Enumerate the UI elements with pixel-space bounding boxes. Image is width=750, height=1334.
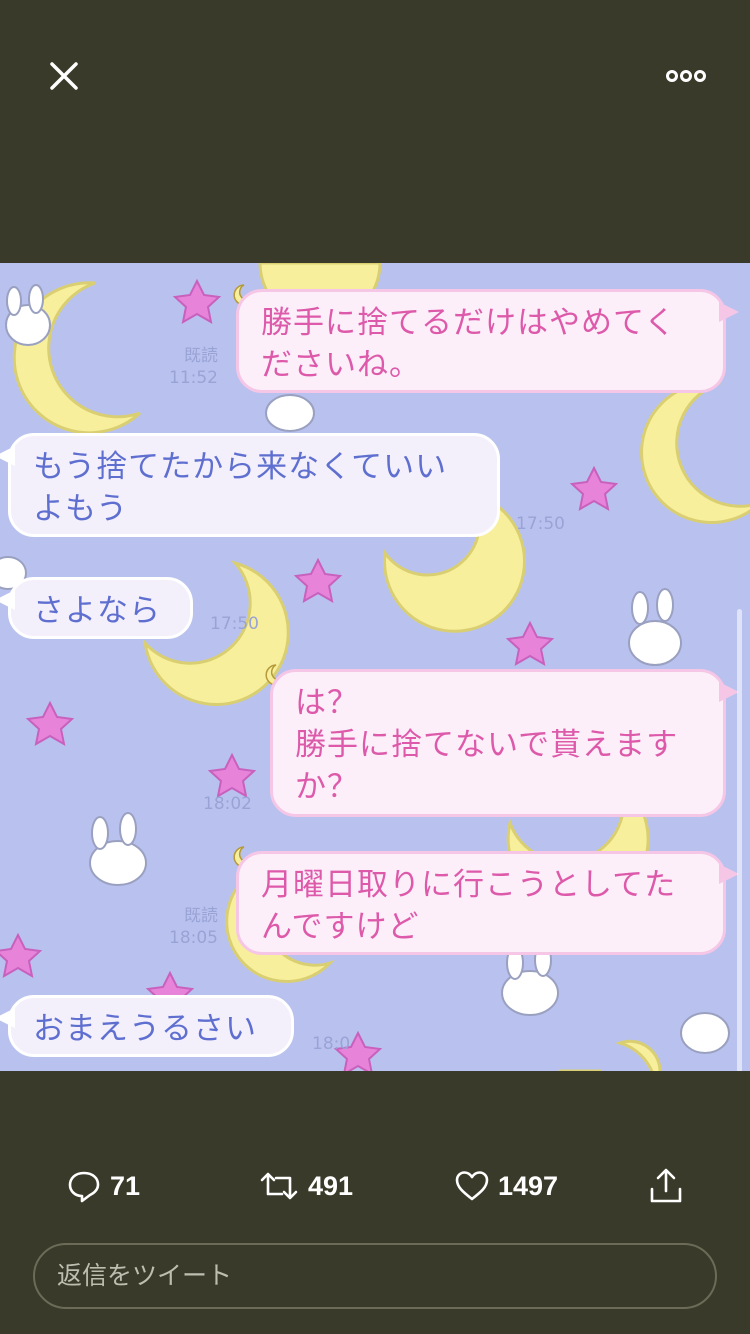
like-button[interactable]: 1497 [454,1166,558,1206]
message-time: 18:0 [312,1034,351,1054]
close-button[interactable] [44,56,84,96]
message-time: 17:50 [210,614,259,634]
reply-input[interactable]: 返信をツイート [33,1243,717,1309]
close-icon [50,62,78,90]
message-bubble: 月曜日取りに行こうとしてた んですけど [236,851,739,955]
message-bubble: 勝手に捨てるだけはやめてく ださいね。 [236,289,739,393]
message-meta: 既読 11:52 [160,345,218,389]
message-meta: 既読 18:05 [160,905,218,949]
tweet-actions: 71 491 1497 [0,1150,750,1220]
media-viewer-header [0,0,750,262]
share-icon [650,1168,682,1203]
chat-scrollbar [737,609,742,1071]
message-bubble: もう捨てたから来なくていい よもう [0,433,500,537]
message-time: 18:02 [203,794,252,814]
reply-icon [68,1171,100,1203]
more-options-button[interactable] [664,62,708,90]
message-time: 11:52 [169,368,218,388]
share-button[interactable] [648,1166,684,1206]
read-receipt: 既読 [184,906,218,926]
retweet-icon [260,1172,298,1200]
reply-count: 71 [110,1170,141,1201]
message-bubble: は？ 勝手に捨てないで貰えます か？ [270,669,739,817]
more-dots-icon [666,70,706,82]
like-count: 1497 [498,1170,559,1201]
retweet-button[interactable]: 491 [258,1166,353,1206]
message-bubble: おまえうるさい [0,995,294,1057]
retweet-count: 491 [308,1170,354,1201]
message-time: 18:05 [169,928,218,948]
message-time: 17:50 [516,514,565,534]
reply-button[interactable]: 71 [66,1166,140,1206]
heart-icon [455,1171,489,1201]
tweet-image[interactable]: 勝手に捨てるだけはやめてく ださいね。 既読 11:52 もう捨てたから来なくて… [0,263,750,1071]
message-bubble: さよなら [0,577,193,639]
read-receipt: 既読 [184,346,218,366]
